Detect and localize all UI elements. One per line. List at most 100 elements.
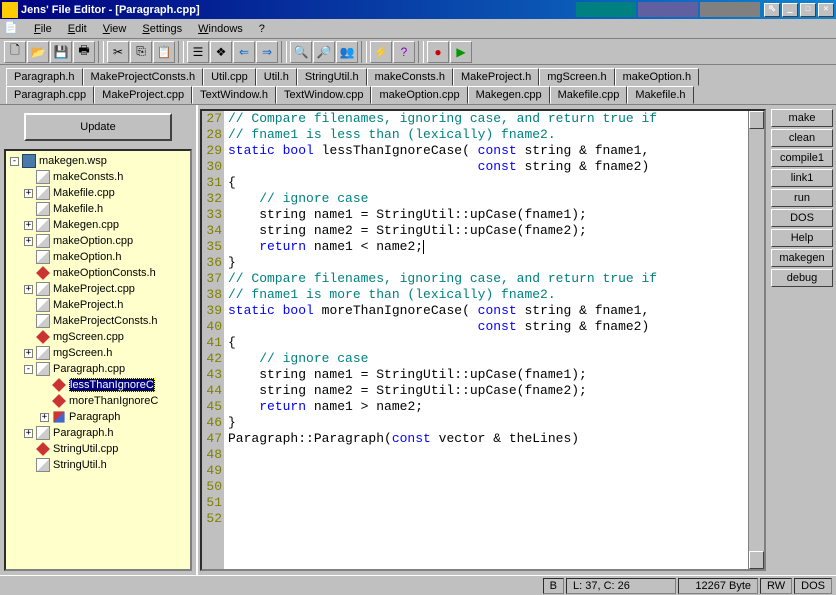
debug-button[interactable]: debug: [771, 269, 833, 287]
cut-icon[interactable]: ✂: [107, 41, 129, 63]
menu-file[interactable]: File: [26, 21, 60, 37]
menu-edit[interactable]: Edit: [60, 21, 95, 37]
tree-item[interactable]: makeConsts.h: [8, 169, 188, 185]
line-gutter: 2728293031323334353637383940414243444546…: [202, 111, 224, 569]
new-file-icon[interactable]: 🗋: [4, 41, 26, 63]
save-icon[interactable]: 💾: [50, 41, 72, 63]
update-button[interactable]: Update: [24, 113, 172, 141]
red-icon: [36, 442, 50, 456]
tree-item[interactable]: MakeProject.h: [8, 297, 188, 313]
back-icon[interactable]: ⇐: [233, 41, 255, 63]
collapse-icon[interactable]: -: [10, 157, 19, 166]
code-editor[interactable]: // Compare filenames, ignoring case, and…: [224, 111, 748, 569]
compile1-button[interactable]: compile1: [771, 149, 833, 167]
tab-makeproject-h[interactable]: MakeProject.h: [453, 68, 539, 86]
tree-item[interactable]: -makegen.wsp: [8, 153, 188, 169]
tab-textwindow-h[interactable]: TextWindow.h: [192, 86, 276, 104]
pin-button[interactable]: ⬁: [764, 3, 780, 17]
tab-paragraph-h[interactable]: Paragraph.h: [6, 68, 83, 86]
tree-item[interactable]: +Makefile.cpp: [8, 185, 188, 201]
expand-icon[interactable]: +: [40, 413, 49, 422]
menu-help[interactable]: ?: [251, 21, 273, 37]
link1-button[interactable]: link1: [771, 169, 833, 187]
tab-makefile-h[interactable]: Makefile.h: [627, 86, 693, 104]
color-icon[interactable]: ❖: [210, 41, 232, 63]
tab-makefile-cpp[interactable]: Makefile.cpp: [550, 86, 628, 104]
project-tree[interactable]: -makegen.wspmakeConsts.h+Makefile.cppMak…: [4, 149, 192, 571]
tree-label: makeOption.cpp: [53, 235, 133, 247]
forward-icon[interactable]: ⇒: [256, 41, 278, 63]
file-icon: [36, 314, 50, 328]
vertical-scrollbar[interactable]: [748, 111, 764, 569]
red-icon: [52, 378, 66, 392]
run-button[interactable]: run: [771, 189, 833, 207]
tree-item[interactable]: StringUtil.h: [8, 457, 188, 473]
tab-util-h[interactable]: Util.h: [256, 68, 297, 86]
close-button[interactable]: ✕: [818, 3, 834, 17]
open-file-icon[interactable]: 📂: [27, 41, 49, 63]
collapse-icon[interactable]: -: [24, 365, 33, 374]
expand-icon[interactable]: +: [24, 189, 33, 198]
tab-textwindow-cpp[interactable]: TextWindow.cpp: [276, 86, 371, 104]
help-button[interactable]: Help: [771, 229, 833, 247]
maximize-button[interactable]: ☐: [800, 3, 816, 17]
menu-settings[interactable]: Settings: [134, 21, 190, 37]
copy-icon[interactable]: ⎘: [130, 41, 152, 63]
play-icon[interactable]: ▶: [450, 41, 472, 63]
tab-util-cpp[interactable]: Util.cpp: [203, 68, 256, 86]
tree-item[interactable]: makeOptionConsts.h: [8, 265, 188, 281]
tree-item[interactable]: +Makegen.cpp: [8, 217, 188, 233]
tree-item[interactable]: mgScreen.cpp: [8, 329, 188, 345]
record-icon[interactable]: ●: [427, 41, 449, 63]
file-icon: [36, 186, 50, 200]
expand-icon[interactable]: +: [24, 237, 33, 246]
tab-makeconsts-h[interactable]: makeConsts.h: [367, 68, 453, 86]
makegen-button[interactable]: makegen: [771, 249, 833, 267]
tab-makeproject-cpp[interactable]: MakeProject.cpp: [94, 86, 192, 104]
print-icon[interactable]: 🖶: [73, 41, 95, 63]
help-icon[interactable]: ?: [393, 41, 415, 63]
clean-button[interactable]: clean: [771, 129, 833, 147]
make-button[interactable]: make: [771, 109, 833, 127]
status-box: B: [543, 578, 564, 594]
tab-stringutil-h[interactable]: StringUtil.h: [297, 68, 367, 86]
tree-item[interactable]: MakeProjectConsts.h: [8, 313, 188, 329]
tree-item[interactable]: +Paragraph.h: [8, 425, 188, 441]
menu-view[interactable]: View: [95, 21, 135, 37]
toolbar: 🗋 📂 💾 🖶 ✂ ⎘ 📋 ☰ ❖ ⇐ ⇒ 🔍 🔎 👥 ⚡ ? ● ▶: [0, 39, 836, 65]
tree-item[interactable]: + makeOption.cpp: [8, 233, 188, 249]
find-next-icon[interactable]: 👥: [336, 41, 358, 63]
title-seg-purple: [638, 2, 698, 17]
tree-item[interactable]: +Paragraph: [8, 409, 188, 425]
tab-mgscreen-h[interactable]: mgScreen.h: [539, 68, 614, 86]
tab-makeoption-cpp[interactable]: makeOption.cpp: [371, 86, 467, 104]
app-menu-icon[interactable]: 📄: [4, 21, 20, 37]
tab-makeoption-h[interactable]: makeOption.h: [615, 68, 699, 86]
tab-paragraph-cpp[interactable]: Paragraph.cpp: [6, 86, 94, 104]
tree-item[interactable]: makeOption.h: [8, 249, 188, 265]
bolt-icon[interactable]: ⚡: [370, 41, 392, 63]
tabs-area: Paragraph.hMakeProjectConsts.hUtil.cppUt…: [0, 65, 836, 105]
tree-item[interactable]: -Paragraph.cpp: [8, 361, 188, 377]
find-icon[interactable]: 🔍: [290, 41, 312, 63]
tree-item[interactable]: StringUtil.cpp: [8, 441, 188, 457]
expand-icon[interactable]: +: [24, 429, 33, 438]
tree-item[interactable]: moreThanIgnoreC: [8, 393, 188, 409]
expand-icon[interactable]: +: [24, 221, 33, 230]
expand-icon[interactable]: +: [24, 285, 33, 294]
menu-windows[interactable]: Windows: [190, 21, 251, 37]
minimize-button[interactable]: _: [782, 3, 798, 17]
paste-icon[interactable]: 📋: [153, 41, 175, 63]
tree-item[interactable]: +mgScreen.h: [8, 345, 188, 361]
tab-makegen-cpp[interactable]: Makegen.cpp: [468, 86, 550, 104]
find-down-icon[interactable]: 🔎: [313, 41, 335, 63]
dos-button[interactable]: DOS: [771, 209, 833, 227]
tree-item[interactable]: Makefile.h: [8, 201, 188, 217]
red-icon: [52, 394, 66, 408]
tab-makeprojectconsts-h[interactable]: MakeProjectConsts.h: [83, 68, 204, 86]
list-icon[interactable]: ☰: [187, 41, 209, 63]
expand-icon[interactable]: +: [24, 349, 33, 358]
tree-item[interactable]: lessThanIgnoreC: [8, 377, 188, 393]
titlebar: Jens' File Editor - [Paragraph.cpp] ⬁ _ …: [0, 0, 836, 19]
tree-item[interactable]: +MakeProject.cpp: [8, 281, 188, 297]
